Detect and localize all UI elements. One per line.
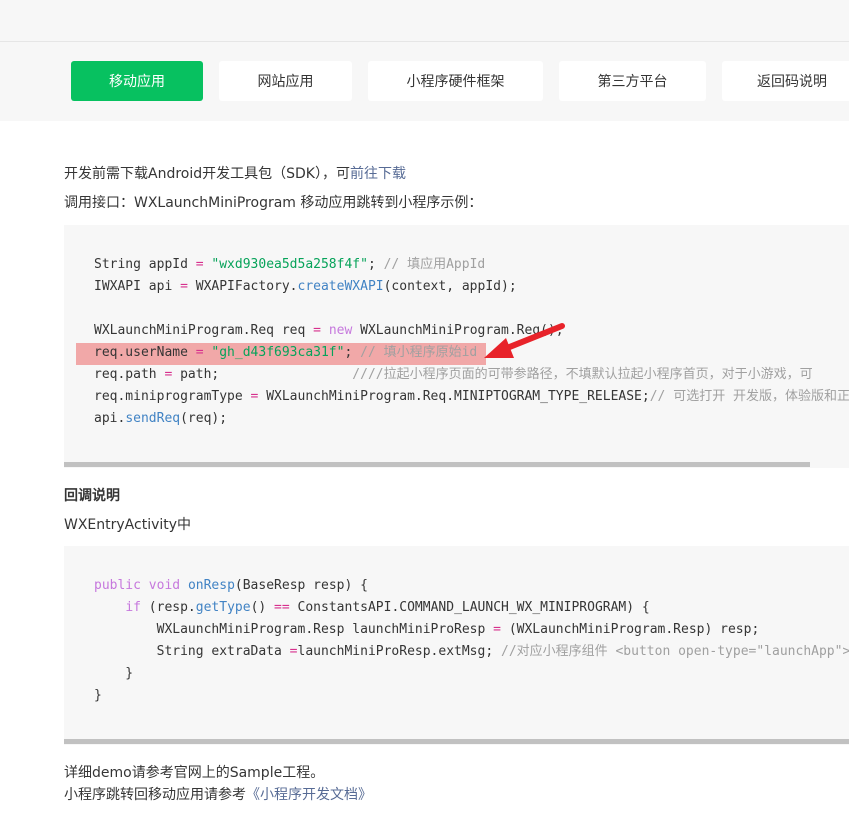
code-line: String extraData =launchMiniProResp.extM… [94,644,849,659]
tab-third-party-platform[interactable]: 第三方平台 [559,61,706,101]
sdk-text: 开发前需下载Android开发工具包（SDK），可 [64,166,350,182]
annotation-arrow-icon [484,323,565,358]
code-line: req.path = path; ////拉起小程序页面的可带参路径，不填默认拉… [94,367,813,382]
callback-subheading: WXEntryActivity中 [64,517,192,533]
code-line: if (resp.getType() == ConstantsAPI.COMMA… [125,600,650,615]
horizontal-scrollbar[interactable] [64,462,810,467]
code-block-launch: String appId = "wxd930ea5d5a258f4f"; // … [64,225,849,468]
sdk-download-link[interactable]: 前往下载 [350,166,406,182]
tab-mobile-app[interactable]: 移动应用 [71,61,203,101]
demo-note: 详细demo请参考官网上的Sample工程。 [64,765,325,781]
code-line: String appId = "wxd930ea5d5a258f4f"; // … [94,257,486,272]
code-launch-text: String appId = "wxd930ea5d5a258f4f"; // … [94,254,849,430]
code-callback-text: public void onResp(BaseResp resp) { if (… [94,575,849,707]
code-line: } [94,666,134,681]
doc-paragraph: 小程序跳转回移动应用请参考《小程序开发文档》 [64,784,372,804]
callback-heading: 回调说明 [64,488,120,504]
api-description: 调用接口：WXLaunchMiniProgram 移动应用跳转到小程序示例： [64,195,483,211]
tab-bar: 移动应用 网站应用 小程序硬件框架 第三方平台 返回码说明 [0,42,849,121]
code-line: req.miniprogramType = WXLaunchMiniProgra… [94,389,849,404]
code-line: req.userName = "gh_d43f693ca31f"; // 填小程… [94,345,478,360]
code-block-callback: public void onResp(BaseResp resp) { if (… [64,546,849,745]
horizontal-scrollbar[interactable] [64,739,849,744]
code-line: WXLaunchMiniProgram.Resp launchMiniProRe… [94,622,760,637]
tab-website-app[interactable]: 网站应用 [219,61,352,101]
tab-miniprogram-hardware[interactable]: 小程序硬件框架 [368,61,543,101]
doc-link[interactable]: 《小程序开发文档》 [246,787,372,803]
tab-return-codes[interactable]: 返回码说明 [722,61,849,101]
code-line: } [94,688,102,703]
sdk-paragraph: 开发前需下载Android开发工具包（SDK），可前往下载 [64,163,406,183]
code-line: public void onResp(BaseResp resp) { [94,578,368,593]
code-line: IWXAPI api = WXAPIFactory.createWXAPI(co… [94,279,517,294]
top-bar [0,0,849,42]
code-line: api.sendReq(req); [94,411,228,426]
doc-text: 小程序跳转回移动应用请参考 [64,787,246,803]
